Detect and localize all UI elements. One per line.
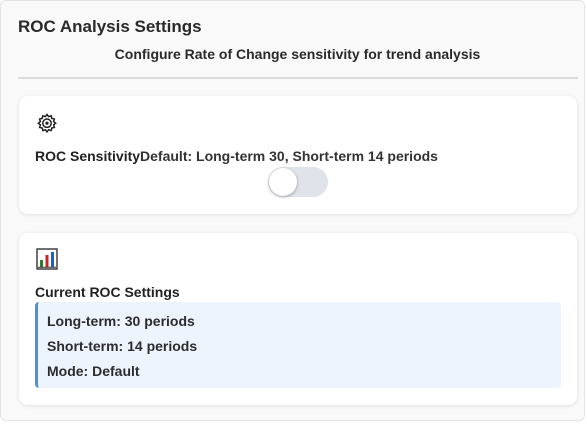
current-settings-heading: Current ROC Settings xyxy=(35,284,180,300)
roc-sensitivity-description: Default: Long-term 30, Short-term 14 per… xyxy=(140,148,438,164)
roc-sensitivity-label: ROC Sensitivity xyxy=(35,148,141,164)
bar-chart-icon xyxy=(35,247,59,271)
roc-sensitivity-row: ROC SensitivityDefault: Long-term 30, Sh… xyxy=(35,148,438,164)
roc-settings-panel: ROC Analysis Settings Configure Rate of … xyxy=(0,0,585,421)
toggle-knob xyxy=(269,168,297,196)
roc-sensitivity-toggle[interactable] xyxy=(268,167,328,197)
long-term-setting: Long-term: 30 periods xyxy=(47,313,195,329)
header-divider xyxy=(18,77,578,79)
roc-sensitivity-card: ROC SensitivityDefault: Long-term 30, Sh… xyxy=(19,96,577,214)
panel-title: ROC Analysis Settings xyxy=(18,17,202,36)
mode-setting: Mode: Default xyxy=(47,363,140,379)
panel-subtitle: Configure Rate of Change sensitivity for… xyxy=(114,46,481,62)
current-settings-box: Long-term: 30 periods Short-term: 14 per… xyxy=(35,302,561,388)
gear-icon xyxy=(35,111,59,135)
short-term-setting: Short-term: 14 periods xyxy=(47,338,198,354)
current-roc-settings-card: Current ROC Settings Long-term: 30 perio… xyxy=(19,233,577,405)
